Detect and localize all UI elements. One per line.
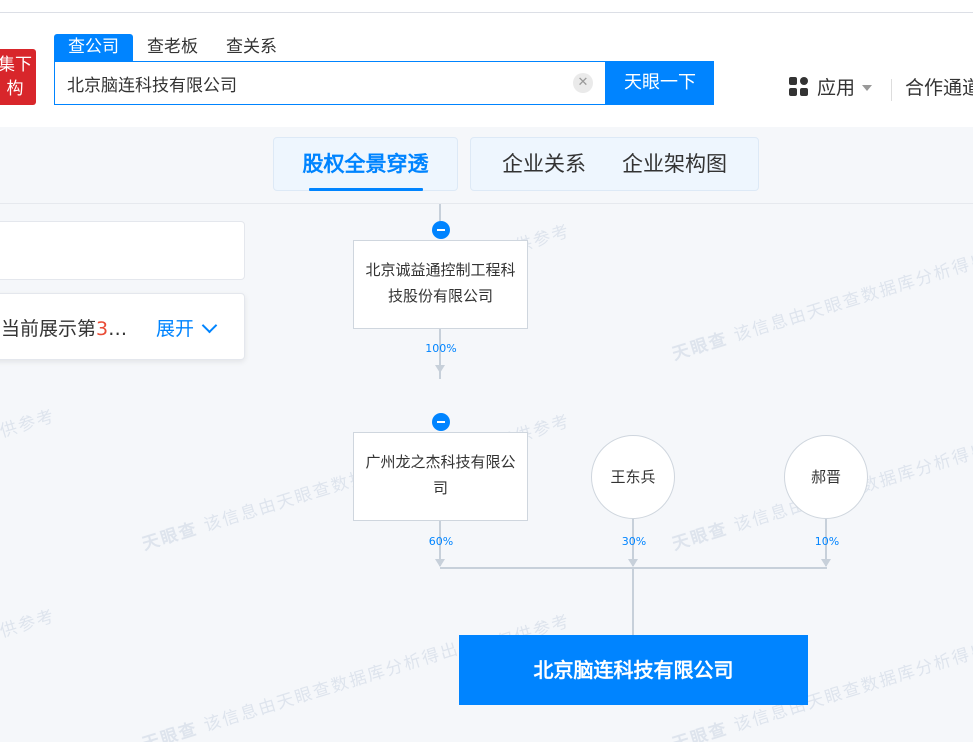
collapse-icon[interactable]	[432, 413, 450, 431]
header-divider	[891, 79, 892, 101]
tab-search-relation[interactable]: 查关系	[212, 34, 291, 61]
shareholder-node[interactable]: 北京诚益通控制工程科技股份有限公司	[353, 240, 528, 329]
search-input[interactable]	[67, 62, 567, 104]
watermark: 仅供参考	[0, 406, 58, 448]
apps-menu[interactable]: 应用	[789, 73, 873, 100]
view-tab-group-2: 企业关系 企业架构图	[470, 137, 759, 191]
arrow-icon	[435, 365, 445, 373]
watermark: 天眼查 该信息由天眼查数据库分析得出	[140, 639, 462, 742]
arrow-icon	[435, 559, 445, 567]
header: 集下 构 查公司 查老板 查关系 ✕ 天眼一下 应用 合作通道	[0, 13, 973, 127]
tab-enterprise-structure[interactable]: 企业架构图	[604, 137, 745, 191]
arrow-icon	[821, 559, 831, 567]
tab-search-boss[interactable]: 查老板	[133, 34, 212, 61]
search-box: ✕	[54, 61, 606, 105]
apps-label: 应用	[817, 77, 856, 99]
partner-link[interactable]: 合作通道	[905, 73, 973, 100]
display-info: 当前展示第3…	[1, 318, 128, 340]
share-percent: 100%	[425, 342, 457, 355]
chevron-down-icon	[201, 317, 218, 333]
search-type-tabs: 查公司 查老板 查关系	[54, 34, 291, 61]
side-panel-info: 当前展示第3… 展开	[0, 293, 245, 360]
person-node[interactable]: 郝晋	[784, 435, 868, 519]
watermark: 天眼查 该信息由天眼查数据库分析得出	[670, 249, 973, 365]
watermark: 仅供参考	[0, 606, 58, 648]
graph-area: 仅供参考 仅供参考 仅供参考 仅供参考 仅供参考 天眼查 该信息由天眼查数据库分…	[0, 127, 973, 742]
logo[interactable]: 集下 构	[0, 49, 36, 105]
connector	[439, 204, 441, 221]
shareholder-node[interactable]: 广州龙之杰科技有限公司	[353, 432, 528, 521]
share-percent: 30%	[621, 535, 647, 548]
logo-line-1: 集下	[0, 55, 32, 75]
caret-down-icon	[862, 84, 873, 91]
tabs-divider	[0, 203, 973, 204]
side-panel-empty	[0, 221, 245, 280]
apps-grid-icon	[789, 76, 809, 97]
search-button[interactable]: 天眼一下	[606, 61, 714, 105]
share-percent: 10%	[814, 535, 840, 548]
tab-enterprise-relation[interactable]: 企业关系	[484, 137, 604, 191]
tab-equity-penetration[interactable]: 股权全景穿透	[285, 137, 447, 191]
connector	[632, 567, 634, 635]
view-tab-group-1: 股权全景穿透	[273, 137, 458, 191]
logo-line-2: 构	[6, 79, 24, 99]
arrow-icon	[628, 559, 638, 567]
target-company-node[interactable]: 北京脑连科技有限公司	[459, 635, 808, 705]
person-node[interactable]: 王东兵	[591, 435, 675, 519]
share-percent: 60%	[428, 535, 454, 548]
expand-button[interactable]: 展开	[156, 314, 218, 341]
clear-icon[interactable]: ✕	[573, 73, 593, 93]
collapse-icon[interactable]	[432, 221, 450, 239]
top-bar	[0, 0, 973, 13]
tab-search-company[interactable]: 查公司	[54, 34, 133, 61]
